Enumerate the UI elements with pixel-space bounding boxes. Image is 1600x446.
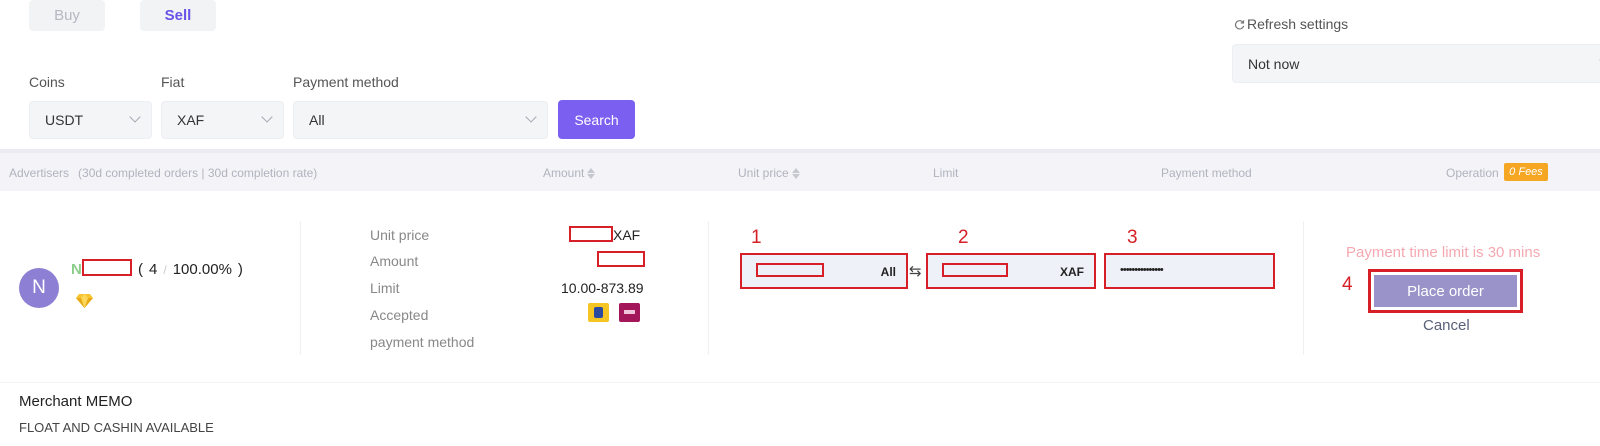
completed-orders: 4 <box>149 261 158 278</box>
cancel-link[interactable]: Cancel <box>1423 317 1470 334</box>
unit-price-label: Unit price <box>370 227 430 243</box>
payment-method-label: Payment method <box>293 74 399 90</box>
unit-price-currency: XAF <box>613 227 641 243</box>
col-limit: Limit <box>933 166 959 180</box>
coins-select[interactable]: USDT <box>29 101 152 139</box>
limit-label: Limit <box>370 280 400 296</box>
redacted-unit-price-box <box>569 226 613 242</box>
col-unit-price-label: Unit price <box>738 166 789 180</box>
col-advertisers-sub: (30d completed orders | 30d completion r… <box>78 166 318 180</box>
redacted-amount-box <box>597 251 645 267</box>
refresh-icon <box>1234 19 1245 29</box>
step-number-2: 2 <box>958 227 969 248</box>
fiat-amount-input[interactable]: XAF <box>926 253 1096 289</box>
limit-value: 10.00-873.89 <box>561 280 644 296</box>
diamond-icon <box>76 294 93 308</box>
col-payment-method: Payment method <box>1161 166 1252 180</box>
orange-money-icon <box>619 303 640 322</box>
stats-separator: / <box>163 262 167 277</box>
coins-value: USDT <box>45 112 84 128</box>
fiat-amount-input-suffix: XAF <box>1060 265 1084 279</box>
merchant-memo-text: FLOAT AND CASHIN AVAILABLE <box>19 420 214 435</box>
step-number-4: 4 <box>1342 274 1353 295</box>
refresh-settings-label: Refresh settings <box>1234 16 1348 32</box>
chevron-down-icon <box>261 111 273 123</box>
amount-input[interactable]: All <box>740 253 908 289</box>
redacted-input-box <box>756 263 824 277</box>
step-number-1: 1 <box>751 227 762 248</box>
table-header: Advertisers (30d completed orders | 30d … <box>0 149 1600 191</box>
completion-rate: 100.00% <box>172 261 232 278</box>
redacted-name-box <box>82 259 132 276</box>
sort-icon[interactable] <box>791 167 800 179</box>
zero-fees-badge: 0 Fees <box>1504 163 1548 181</box>
tab-sell[interactable]: Sell <box>140 0 216 31</box>
avatar[interactable]: N <box>19 268 59 308</box>
col-amount[interactable]: Amount <box>543 166 596 180</box>
column-divider <box>708 221 709 355</box>
stats-paren-close: ) <box>237 261 243 278</box>
payment-method-value: All <box>309 112 325 128</box>
amount-label: Amount <box>370 253 419 269</box>
col-advertisers-label: Advertisers <box>9 166 70 180</box>
tab-buy[interactable]: Buy <box>29 0 105 31</box>
column-divider <box>300 221 301 355</box>
refresh-settings-value: Not now <box>1248 55 1300 72</box>
redacted-input-box <box>942 263 1008 277</box>
fiat-select[interactable]: XAF <box>161 101 284 139</box>
coins-label: Coins <box>29 74 65 90</box>
payment-method-select[interactable]: All <box>293 101 548 139</box>
amount-input-suffix[interactable]: All <box>881 265 896 279</box>
mtn-momo-icon <box>588 303 609 322</box>
advertiser-stats: ( 4 / 100.00% ) <box>138 261 243 278</box>
sort-icon[interactable] <box>587 167 596 179</box>
refresh-settings-text: Refresh settings <box>1247 16 1349 32</box>
col-operation: Operation <box>1446 166 1499 180</box>
col-unit-price[interactable]: Unit price <box>738 166 800 180</box>
fund-password-input[interactable]: ••••••••••••••• <box>1104 253 1275 289</box>
refresh-settings-select[interactable]: Not now <box>1232 44 1600 83</box>
swap-icon[interactable]: ⇆ <box>909 262 922 280</box>
column-divider <box>1303 221 1304 355</box>
p2p-trade-page: Buy Sell Coins Fiat Payment method USDT … <box>0 0 1600 446</box>
merchant-memo-section <box>0 382 1600 446</box>
chevron-down-icon <box>525 111 537 123</box>
col-amount-label: Amount <box>543 166 585 180</box>
place-order-button[interactable]: Place order <box>1374 275 1517 307</box>
col-advertisers: Advertisers (30d completed orders | 30d … <box>9 166 317 180</box>
payment-method-label-row: payment method <box>370 334 475 350</box>
advertiser-name[interactable]: N <box>71 261 82 278</box>
chevron-down-icon <box>129 111 141 123</box>
fiat-value: XAF <box>177 112 205 128</box>
fiat-label: Fiat <box>161 74 185 90</box>
payment-time-limit-note: Payment time limit is 30 mins <box>1346 244 1541 261</box>
password-mask: ••••••••••••••• <box>1120 264 1164 276</box>
merchant-memo-title: Merchant MEMO <box>19 393 133 410</box>
stats-paren-open: ( <box>138 261 143 278</box>
place-order-highlight: Place order <box>1368 269 1523 313</box>
step-number-3: 3 <box>1127 227 1138 248</box>
accepted-label: Accepted <box>370 307 429 323</box>
search-button[interactable]: Search <box>558 100 635 139</box>
